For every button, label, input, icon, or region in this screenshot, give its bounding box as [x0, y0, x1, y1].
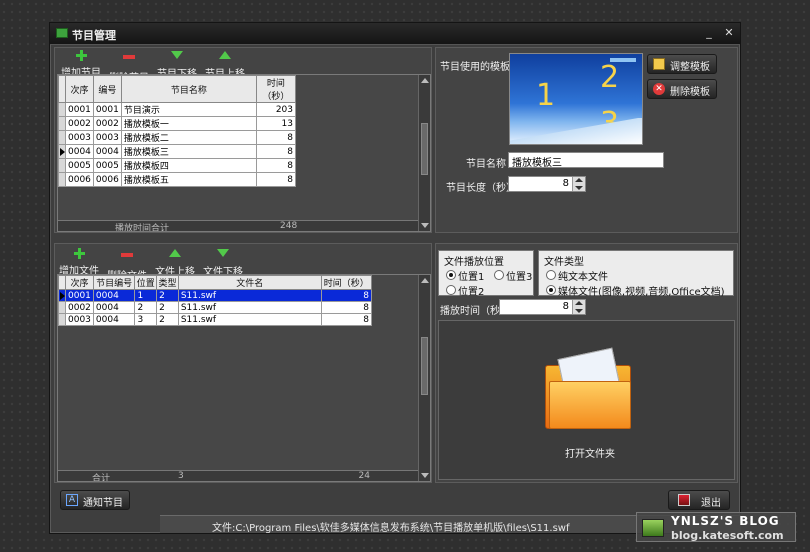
program-manager-window: 节目管理 _ ✕ 增加节目 删除节目 节目下移 节目上移 [49, 22, 741, 534]
footer-total: 24 [358, 471, 370, 481]
table-row[interactable]: 0002 0004 2 2 S11.swf 8 [58, 301, 373, 314]
scroll-up-icon[interactable] [421, 278, 429, 283]
column-header[interactable]: 类型 [156, 275, 179, 290]
table-row[interactable]: 0003 0003 播放模板二 8 [58, 130, 297, 145]
scroll-up-icon[interactable] [421, 78, 429, 83]
table-row[interactable]: 0001 0001 节目演示 203 [58, 102, 297, 117]
spin-up-icon[interactable] [575, 178, 583, 182]
scroll-thumb[interactable] [421, 123, 428, 175]
exit-button[interactable]: 退出 [668, 490, 730, 510]
title-bar: 节目管理 _ ✕ [50, 23, 740, 45]
delete-template-button[interactable]: ✕ 删除模板 [647, 79, 717, 99]
column-header[interactable]: 文件名 [177, 275, 322, 290]
table-row-selected[interactable]: 0001 0004 1 2 S11.swf 8 [58, 289, 373, 302]
program-table-scrollbar[interactable] [418, 75, 430, 231]
arrow-down-icon [171, 51, 183, 59]
table-row[interactable]: 0002 0002 播放模板一 13 [58, 116, 297, 131]
media-file-radio[interactable]: 媒体文件(图像,视频,音频,Office文档) [546, 283, 725, 298]
table-row[interactable]: 0003 0004 3 2 S11.swf 8 [58, 313, 373, 326]
table-row[interactable]: 0006 0006 播放模板五 8 [58, 172, 297, 187]
blog-watermark: YNLSZ'S BLOG blog.katesoft.com [636, 512, 796, 542]
open-folder-label: 打开文件夹 [565, 449, 615, 460]
play-time-stepper[interactable]: 8 [499, 299, 586, 315]
spin-down-icon[interactable] [575, 186, 583, 190]
close-icon[interactable]: ✕ [722, 26, 736, 40]
position-2-radio[interactable]: 位置2 [446, 283, 484, 298]
column-header[interactable]: 节目名称 [120, 75, 257, 103]
column-header[interactable]: 节目编号 [92, 275, 136, 290]
file-table-footer: 合计 3 24 [58, 470, 418, 481]
window-title: 节目管理 [72, 29, 116, 42]
program-list-panel: 增加节目 删除节目 节目下移 节目上移 次序 编号 节目名称 [54, 47, 432, 233]
column-header[interactable]: 次序 [65, 275, 94, 290]
file-list-panel: 增加文件 删除文件 文件上移 文件下移 次序 节目编号 位置 [54, 243, 432, 483]
arrow-up-icon [219, 51, 231, 59]
file-position-group: 文件播放位置 位置1 位置3 位置2 [438, 250, 534, 298]
plain-text-radio[interactable]: 纯文本文件 [546, 268, 608, 283]
minus-icon [121, 253, 133, 257]
spin-down-icon[interactable] [575, 309, 583, 313]
edit-icon [653, 58, 665, 70]
plus-icon [75, 50, 87, 61]
blog-logo-icon [642, 519, 664, 537]
footer-label: 合计 [92, 474, 111, 482]
footer-label: 播放时间合计 [115, 224, 170, 232]
file-table-scrollbar[interactable] [418, 275, 430, 481]
scroll-down-icon[interactable] [421, 473, 429, 478]
template-thumbnail: 1 2 3 [509, 53, 643, 145]
column-header[interactable]: 次序 [65, 75, 94, 103]
row-pointer-icon [60, 291, 65, 300]
adjust-template-button[interactable]: 调整模板 [647, 54, 717, 74]
arrow-down-icon [217, 249, 229, 257]
open-folder-area[interactable]: 打开文件夹 [438, 320, 735, 480]
position-3-radio[interactable]: 位置3 [494, 268, 532, 283]
file-table[interactable]: 次序 节目编号 位置 类型 文件名 时间（秒） 0001 0004 1 2 S1… [57, 274, 431, 482]
file-table-header: 次序 节目编号 位置 类型 文件名 时间（秒） [58, 275, 373, 290]
plus-icon [73, 248, 85, 259]
row-pointer-icon [60, 147, 65, 156]
program-table[interactable]: 次序 编号 节目名称 时间（秒） 0001 0001 节目演示 203 0002… [57, 74, 431, 232]
file-type-group: 文件类型 纯文本文件 媒体文件(图像,视频,音频,Office文档) [538, 250, 734, 298]
spin-up-icon[interactable] [575, 301, 583, 305]
program-name-label: 节目名称 [466, 159, 506, 170]
program-length-label: 节目长度（秒） [446, 183, 516, 194]
column-header[interactable]: 位置 [134, 275, 158, 290]
program-table-header: 次序 编号 节目名称 时间（秒） [58, 75, 297, 103]
app-icon [56, 28, 68, 38]
arrow-up-icon [169, 249, 181, 257]
program-length-stepper[interactable]: 8 [508, 176, 586, 192]
column-header[interactable]: 时间（秒） [255, 75, 297, 103]
minus-icon [123, 55, 135, 59]
column-header[interactable]: 编号 [92, 75, 122, 103]
footer-total: 248 [280, 221, 298, 231]
minimize-icon[interactable]: _ [702, 26, 716, 40]
position-1-radio[interactable]: 位置1 [446, 268, 484, 283]
footer-count: 3 [178, 471, 184, 481]
table-row-current[interactable]: 0004 0004 播放模板三 8 [58, 144, 297, 159]
file-settings-panel: 文件播放位置 位置1 位置3 位置2 文件类型 纯文本文件 媒体文件(图像,视频… [435, 243, 738, 483]
scroll-thumb[interactable] [421, 337, 428, 395]
program-name-input[interactable]: 播放模板三 [508, 152, 664, 169]
template-label: 节目使用的模板 [440, 62, 510, 73]
exit-icon [678, 494, 690, 506]
delete-icon: ✕ [653, 83, 665, 95]
folder-icon[interactable] [543, 347, 633, 431]
column-header[interactable]: 时间（秒） [320, 275, 373, 290]
notify-icon: A [66, 494, 78, 506]
notify-program-button[interactable]: A 通知节目 [60, 490, 130, 510]
scroll-down-icon[interactable] [421, 223, 429, 228]
table-row[interactable]: 0005 0005 播放模板四 8 [58, 158, 297, 173]
program-table-footer: 播放时间合计 248 [58, 220, 418, 231]
